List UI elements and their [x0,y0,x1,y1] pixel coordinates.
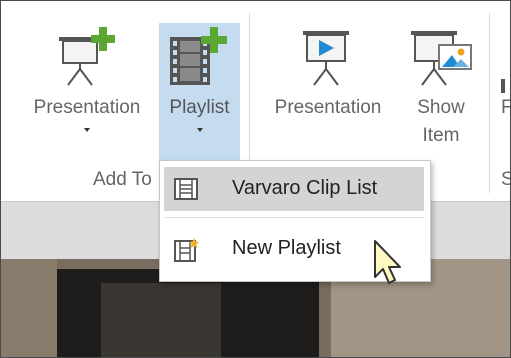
add-playlist-button[interactable]: Playlist [159,23,240,161]
ribbon-group-divider [489,13,490,193]
chevron-down-icon [84,128,90,132]
menu-divider [164,217,424,218]
menu-item-label: New Playlist [232,237,341,259]
partial-group-label: S [501,169,510,191]
mouse-cursor-icon [373,239,403,294]
menu-item-label: Varvaro Clip List [232,177,378,199]
add-presentation-button[interactable]: Presentation [19,23,155,143]
add-presentation-label: Presentation [33,97,141,118]
present-label: Presentation [274,97,382,118]
present-presentation-icon [301,29,351,95]
show-item-label-line2: Item [422,125,460,146]
video-region [1,259,57,357]
add-presentation-icon [55,27,119,95]
app-window: Presentation Playlist Add To Presentatio… [0,0,511,358]
show-item-icon [409,29,475,95]
chevron-down-icon [197,128,203,132]
show-item-label-line1: Show [417,97,465,118]
add-playlist-icon [168,27,234,97]
menu-item-varvaro-clip-list[interactable]: Varvaro Clip List [164,167,424,211]
playlist-icon [174,178,198,206]
partial-ribbon-button-icon [501,79,505,93]
new-playlist-icon [174,238,200,268]
present-button[interactable]: Presentation [263,23,393,143]
add-playlist-label: Playlist [169,97,230,118]
video-region [101,283,221,357]
partial-ribbon-label: F [501,97,510,119]
ribbon-group-label: Add To [93,169,152,190]
show-item-button[interactable]: Show Item [403,23,479,153]
